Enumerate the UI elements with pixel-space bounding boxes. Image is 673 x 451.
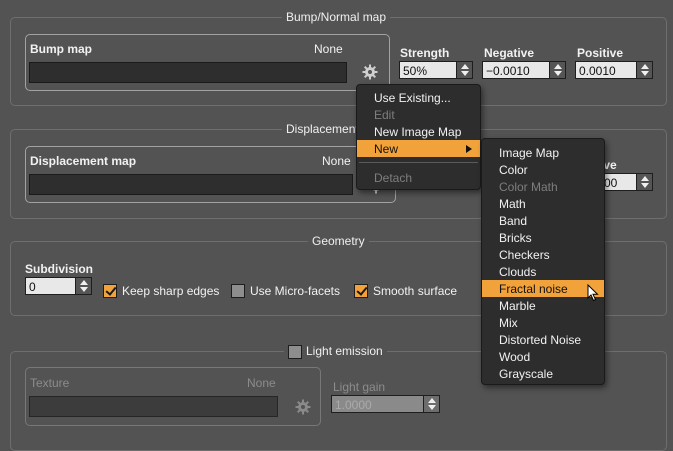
subdivision-label: Subdivision [25,262,94,276]
menu-item-new[interactable]: New [357,140,480,157]
mouse-pointer-icon [587,284,599,302]
negative-label: Negative [484,46,535,60]
displacement-partial-value: 00 [604,176,618,190]
submenu-item-checkers[interactable]: Checkers [482,246,604,263]
light-texture-field [29,396,278,417]
light-emission-checkbox[interactable] [288,345,302,359]
strength-spinner[interactable]: 50% [399,61,473,79]
displacement-map-value: None [322,154,351,168]
smooth-surface-checkbox[interactable] [354,284,368,298]
light-gain-label: Light gain [333,380,386,394]
submenu-item-grayscale[interactable]: Grayscale [482,365,604,382]
spinner-arrows-icon[interactable] [549,62,565,78]
submenu-item-wood[interactable]: Wood [482,348,604,365]
submenu-item-bricks[interactable]: Bricks [482,229,604,246]
submenu-item-color[interactable]: Color [482,161,604,178]
smooth-surface-label[interactable]: Smooth surface [373,284,457,298]
keep-sharp-edges-label[interactable]: Keep sharp edges [122,284,219,298]
positive-value: 0.0010 [579,64,616,78]
submenu-item-image-map[interactable]: Image Map [482,144,604,161]
spinner-arrows-icon[interactable] [456,62,472,78]
submenu-item-distorted-noise[interactable]: Distorted Noise [482,331,604,348]
menu-item-edit: Edit [374,108,395,122]
submenu-item-marble[interactable]: Marble [482,297,604,314]
light-gain-spinner: 1.0000 [331,395,440,413]
negative-value: −0.0010 [486,64,530,78]
geometry-group-title: Geometry [308,234,369,248]
light-texture-value: None [247,376,276,390]
negative-spinner[interactable]: −0.0010 [482,61,566,79]
submenu-item-fractal-noise[interactable]: Fractal noise [482,280,604,297]
menu-item-new-image-map[interactable]: New Image Map [357,123,480,140]
submenu-item-color-math: Color Math [499,180,558,194]
use-micro-facets-checkbox[interactable] [231,284,245,298]
strength-label: Strength [400,46,450,60]
spinner-arrows-icon[interactable] [75,278,91,294]
displacement-map-label: Displacement map [30,154,137,168]
positive-label: Positive [577,46,624,60]
positive-spinner[interactable]: 0.0010 [575,61,653,79]
displacement-map-field[interactable] [29,174,353,195]
bump-map-label: Bump map [30,42,93,56]
menu-item-new-label: New [374,142,399,156]
subdivision-value: 0 [29,280,36,294]
menu-item-use-existing[interactable]: Use Existing... [357,89,480,106]
submenu-item-clouds[interactable]: Clouds [482,263,604,280]
spinner-arrows-icon[interactable] [636,174,652,190]
light-emission-title: Light emission [306,344,383,358]
keep-sharp-edges-checkbox[interactable] [103,284,117,298]
bump-map-value: None [314,42,343,56]
menu-separator [359,162,478,163]
spinner-arrows-icon [423,396,439,412]
bump-group-title: Bump/Normal map [282,10,391,24]
menu-item-detach: Detach [374,171,413,185]
light-gain-value: 1.0000 [335,398,372,412]
context-menu: Use Existing... Edit New Image Map New D… [356,84,481,190]
new-submenu: Image Map Color Color Math Math Band Bri… [481,138,605,385]
subdivision-spinner[interactable]: 0 [25,277,92,295]
use-micro-facets-label[interactable]: Use Micro-facets [250,284,340,298]
strength-value: 50% [403,64,428,78]
light-texture-label: Texture [30,376,70,390]
submenu-item-math[interactable]: Math [482,195,604,212]
spinner-arrows-icon[interactable] [636,62,652,78]
displacement-group-title: Displacement [282,122,363,136]
gear-icon[interactable] [362,64,378,80]
bump-map-field[interactable] [29,62,347,83]
triangle-right-icon [466,145,472,153]
gear-icon [295,399,311,415]
submenu-item-band[interactable]: Band [482,212,604,229]
submenu-item-mix[interactable]: Mix [482,314,604,331]
